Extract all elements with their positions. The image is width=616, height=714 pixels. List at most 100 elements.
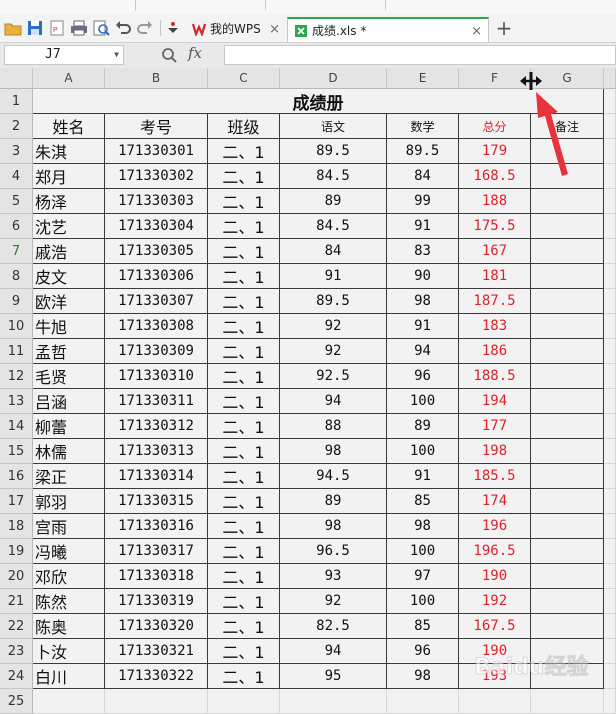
export-pdf-icon[interactable]: P: [48, 19, 66, 37]
total-score[interactable]: 196: [459, 514, 531, 539]
student-id[interactable]: 171330318: [105, 564, 208, 589]
chinese-score[interactable]: 92: [280, 314, 387, 339]
cell-empty[interactable]: [604, 264, 616, 289]
class-cell[interactable]: 二、1: [208, 614, 280, 639]
chinese-score[interactable]: 89.5: [280, 139, 387, 164]
redo-icon[interactable]: [136, 19, 154, 37]
student-name[interactable]: 卜汝: [33, 639, 105, 664]
remark-cell[interactable]: [531, 614, 604, 639]
student-id[interactable]: 171330314: [105, 464, 208, 489]
student-id[interactable]: 171330316: [105, 514, 208, 539]
math-score[interactable]: 100: [387, 389, 459, 414]
cell-empty[interactable]: [604, 389, 616, 414]
student-id[interactable]: 171330319: [105, 589, 208, 614]
math-score[interactable]: 85: [387, 489, 459, 514]
math-score[interactable]: 97: [387, 564, 459, 589]
student-name[interactable]: 林儒: [33, 439, 105, 464]
chinese-score[interactable]: 93: [280, 564, 387, 589]
math-score[interactable]: 85: [387, 614, 459, 639]
row-header-6[interactable]: 6: [0, 214, 33, 239]
total-score[interactable]: 194: [459, 389, 531, 414]
student-name[interactable]: 陈然: [33, 589, 105, 614]
tab-file-chengji[interactable]: 成绩.xls * ×: [287, 17, 489, 42]
chinese-score[interactable]: 94.5: [280, 464, 387, 489]
select-all-corner[interactable]: [0, 68, 33, 89]
total-score[interactable]: 185.5: [459, 464, 531, 489]
total-score[interactable]: 183: [459, 314, 531, 339]
row-header-16[interactable]: 16: [0, 464, 33, 489]
student-name[interactable]: 朱淇: [33, 139, 105, 164]
total-score[interactable]: 198: [459, 439, 531, 464]
row-header-21[interactable]: 21: [0, 589, 33, 614]
student-id[interactable]: 171330311: [105, 389, 208, 414]
row-header-12[interactable]: 12: [0, 364, 33, 389]
remark-cell[interactable]: [531, 264, 604, 289]
cell-empty[interactable]: [604, 339, 616, 364]
class-cell[interactable]: 二、1: [208, 214, 280, 239]
class-cell[interactable]: 二、1: [208, 389, 280, 414]
column-header-b[interactable]: B: [105, 68, 208, 89]
cell-empty[interactable]: [604, 439, 616, 464]
chinese-score[interactable]: 89.5: [280, 289, 387, 314]
print-preview-icon[interactable]: [92, 19, 110, 37]
student-id[interactable]: 171330321: [105, 639, 208, 664]
class-cell[interactable]: 二、1: [208, 514, 280, 539]
cell-empty[interactable]: [387, 689, 459, 714]
math-score[interactable]: 91: [387, 464, 459, 489]
remark-cell[interactable]: [531, 414, 604, 439]
remark-cell[interactable]: [531, 289, 604, 314]
total-score[interactable]: 175.5: [459, 214, 531, 239]
row-header-8[interactable]: 8: [0, 264, 33, 289]
row-header-10[interactable]: 10: [0, 314, 33, 339]
math-score[interactable]: 94: [387, 339, 459, 364]
undo-icon[interactable]: [114, 19, 132, 37]
student-id[interactable]: 171330322: [105, 664, 208, 689]
cell-empty[interactable]: [604, 214, 616, 239]
cell-empty[interactable]: [604, 314, 616, 339]
column-title-d[interactable]: 语文: [280, 114, 387, 139]
class-cell[interactable]: 二、1: [208, 314, 280, 339]
class-cell[interactable]: 二、1: [208, 414, 280, 439]
chinese-score[interactable]: 95: [280, 664, 387, 689]
math-score[interactable]: 91: [387, 314, 459, 339]
column-title-a[interactable]: 姓名: [33, 114, 105, 139]
row-header-3[interactable]: 3: [0, 139, 33, 164]
student-id[interactable]: 171330310: [105, 364, 208, 389]
remark-cell[interactable]: [531, 439, 604, 464]
cell-empty[interactable]: [604, 364, 616, 389]
chinese-score[interactable]: 98: [280, 439, 387, 464]
math-score[interactable]: 98: [387, 664, 459, 689]
chinese-score[interactable]: 92: [280, 339, 387, 364]
remark-cell[interactable]: [531, 464, 604, 489]
student-id[interactable]: 171330302: [105, 164, 208, 189]
remark-cell[interactable]: [531, 589, 604, 614]
math-score[interactable]: 99: [387, 189, 459, 214]
remark-cell[interactable]: [531, 239, 604, 264]
class-cell[interactable]: 二、1: [208, 139, 280, 164]
add-tab-button[interactable]: +: [494, 14, 514, 42]
row-header-2[interactable]: 2: [0, 114, 33, 139]
row-header-14[interactable]: 14: [0, 414, 33, 439]
row-header-25[interactable]: 25: [0, 689, 33, 714]
math-score[interactable]: 100: [387, 589, 459, 614]
class-cell[interactable]: 二、1: [208, 264, 280, 289]
class-cell[interactable]: 二、1: [208, 439, 280, 464]
cell-empty[interactable]: [604, 464, 616, 489]
chinese-score[interactable]: 89: [280, 189, 387, 214]
student-name[interactable]: 柳蕾: [33, 414, 105, 439]
math-score[interactable]: 89.5: [387, 139, 459, 164]
class-cell[interactable]: 二、1: [208, 364, 280, 389]
zoom-icon[interactable]: [160, 46, 178, 64]
cell-empty[interactable]: [604, 489, 616, 514]
student-id[interactable]: 171330315: [105, 489, 208, 514]
class-cell[interactable]: 二、1: [208, 564, 280, 589]
total-score[interactable]: 181: [459, 264, 531, 289]
total-score[interactable]: 179: [459, 139, 531, 164]
chevron-down-icon[interactable]: ▼: [114, 46, 119, 64]
math-score[interactable]: 100: [387, 439, 459, 464]
chinese-score[interactable]: 98: [280, 514, 387, 539]
student-id[interactable]: 171330308: [105, 314, 208, 339]
column-header-d[interactable]: D: [280, 68, 387, 89]
cell-empty[interactable]: [604, 189, 616, 214]
math-score[interactable]: 98: [387, 514, 459, 539]
